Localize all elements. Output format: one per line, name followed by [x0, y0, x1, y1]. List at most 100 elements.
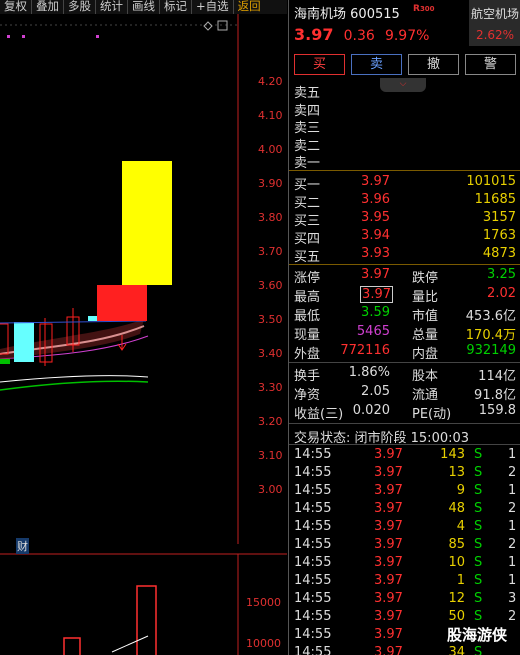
bid-row[interactable]: 买一 3.97 101015: [294, 174, 516, 193]
bid-row[interactable]: 买四 3.94 1763: [294, 228, 516, 247]
ask-row[interactable]: 卖五: [294, 82, 516, 101]
price-tick-label: 3.30: [258, 381, 283, 394]
price-tick-label: 4.00: [258, 143, 283, 156]
volume-ma-line: [111, 635, 149, 653]
sector-change: 2.62%: [475, 28, 515, 42]
sector-badge[interactable]: 航空机场 2.62%: [469, 0, 520, 46]
price-tick-label: 4.10: [258, 109, 283, 122]
divider: [289, 264, 520, 265]
tick-row: 14:55 3.97 48 S 2: [294, 501, 517, 516]
tick-row: 14:55 3.97 1 S 1: [294, 573, 517, 588]
ask-row[interactable]: 卖一: [294, 152, 516, 171]
volume-tick-label: 15000: [246, 596, 281, 609]
stats-row: 净资 2.05 流通 91.8亿: [294, 384, 516, 403]
volume-bar: [136, 585, 157, 655]
stock-name: 海南机场: [294, 7, 347, 22]
diamond-icon: [203, 21, 213, 31]
toolbar-item-0[interactable]: 复权: [0, 0, 32, 14]
kline-canvas[interactable]: [0, 14, 287, 655]
margin-badge: R300: [413, 4, 435, 14]
price-tick-label: 3.70: [258, 245, 283, 258]
sell-button[interactable]: 卖: [351, 54, 402, 75]
vol-ratio-value: 2.02: [487, 286, 516, 301]
trade-buttons: 买 卖 撤 警: [294, 54, 516, 75]
volume-tick-label: 10000: [246, 637, 281, 650]
ask-row[interactable]: 卖二: [294, 135, 516, 154]
divider: [289, 444, 520, 445]
float-value: 91.8亿: [474, 388, 516, 403]
stats-row: 最高 3.97 量比 2.02: [294, 286, 516, 305]
stock-code: 600515: [350, 7, 400, 22]
share-cap-value: 114亿: [478, 369, 516, 384]
toolbar-item-2[interactable]: 多股: [64, 0, 96, 14]
stats-row: 涨停 3.97 跌停 3.25: [294, 267, 516, 286]
price-tick-label: 3.10: [258, 449, 283, 462]
price-tick-label: 3.80: [258, 211, 283, 224]
bid-row[interactable]: 买二 3.96 11685: [294, 192, 516, 211]
indicator-dot: [7, 35, 10, 38]
buy-button[interactable]: 买: [294, 54, 345, 75]
tick-row: 14:55 3.97 4 S 1: [294, 519, 517, 534]
limit-up-value: 3.97: [361, 267, 390, 282]
alert-button[interactable]: 警: [465, 54, 516, 75]
indicator-dot: [96, 35, 99, 38]
finance-marker[interactable]: 财: [16, 538, 29, 554]
watermark: 股海游侠: [447, 624, 508, 645]
low-value: 3.59: [361, 305, 390, 320]
bid-row[interactable]: 买五 3.93 4873: [294, 246, 516, 265]
sector-name: 航空机场: [470, 7, 519, 21]
price-change: 0.36: [343, 28, 375, 44]
price-tick-label: 3.20: [258, 415, 283, 428]
cancel-order-button[interactable]: 撤: [408, 54, 459, 75]
tick-row: 14:55 3.97 12 S 3: [294, 591, 517, 606]
stock-title: 海南机场 600515: [294, 3, 400, 22]
kline-chart[interactable]: 4.20 4.10 4.00 3.90 3.80 3.70 3.60 3.50 3.40 3.30…: [0, 14, 287, 655]
limit-down-value: 3.25: [487, 267, 516, 282]
stats-row: 现量 5465 总量 170.4万: [294, 324, 516, 343]
price-summary: 3.97 0.36 9.97%: [294, 25, 429, 44]
chart-toolbar: 复权 叠加 多股 统计 画线 标记 +自选 返回: [0, 0, 287, 14]
tick-row: 14:55 3.97 10 S 1: [294, 555, 517, 570]
tick-row: 14:55 3.97 9 S 1: [294, 483, 517, 498]
price-tick-label: 3.90: [258, 177, 283, 190]
toolbar-item-6[interactable]: +自选: [192, 0, 234, 14]
ask-row[interactable]: 卖三: [294, 117, 516, 136]
volume-bar: [63, 637, 81, 655]
indicator-dot: [22, 35, 25, 38]
high-value: 3.97: [360, 286, 393, 303]
stats-row: 最低 3.59 市值 453.6亿: [294, 305, 516, 324]
pe-value: 159.8: [478, 403, 516, 418]
tick-row: 14:55 3.97 13 S 2: [294, 465, 517, 480]
last-price: 3.97: [294, 25, 334, 44]
mkt-cap-value: 453.6亿: [465, 309, 516, 324]
divider: [289, 423, 520, 424]
stats-row: 外盘 772116 内盘 932149: [294, 343, 516, 362]
limit-up-candle: [97, 285, 147, 321]
down-candle: [14, 322, 34, 362]
tick-row: 14:55 3.97 143 S 1: [294, 447, 517, 462]
limit-up-box: [122, 161, 172, 285]
price-tick-label: 3.50: [258, 313, 283, 326]
divider: [289, 362, 520, 363]
turnover-value: 1.86%: [348, 365, 390, 380]
toolbar-item-1[interactable]: 叠加: [32, 0, 64, 14]
price-tick-label: 3.60: [258, 279, 283, 292]
toolbar-item-5[interactable]: 标记: [160, 0, 192, 14]
indicator-glyph: [0, 359, 10, 364]
toolbar-item-4[interactable]: 画线: [128, 0, 160, 14]
bid-row[interactable]: 买三 3.95 3157: [294, 210, 516, 229]
toolbar-item-3[interactable]: 统计: [96, 0, 128, 14]
toolbar-item-7[interactable]: 返回: [234, 0, 265, 14]
outer-value: 772116: [340, 343, 390, 358]
ask-row[interactable]: 卖四: [294, 100, 516, 119]
price-tick-label: 4.20: [258, 75, 283, 88]
total-vol-value: 170.4万: [465, 328, 516, 343]
eps-value: 0.020: [352, 403, 390, 418]
price-tick-label: 3.00: [258, 483, 283, 496]
price-change-pct: 9.97%: [384, 28, 430, 44]
nav-value: 2.05: [361, 384, 390, 399]
tick-row: 14:55 3.97 34 S: [294, 645, 483, 655]
stats-row: 换手 1.86% 股本 114亿: [294, 365, 516, 384]
now-vol-value: 5465: [356, 324, 390, 339]
quote-panel: 海南机场 600515 R300 航空机场 2.62% 3.97 0.36 9.…: [288, 0, 520, 655]
